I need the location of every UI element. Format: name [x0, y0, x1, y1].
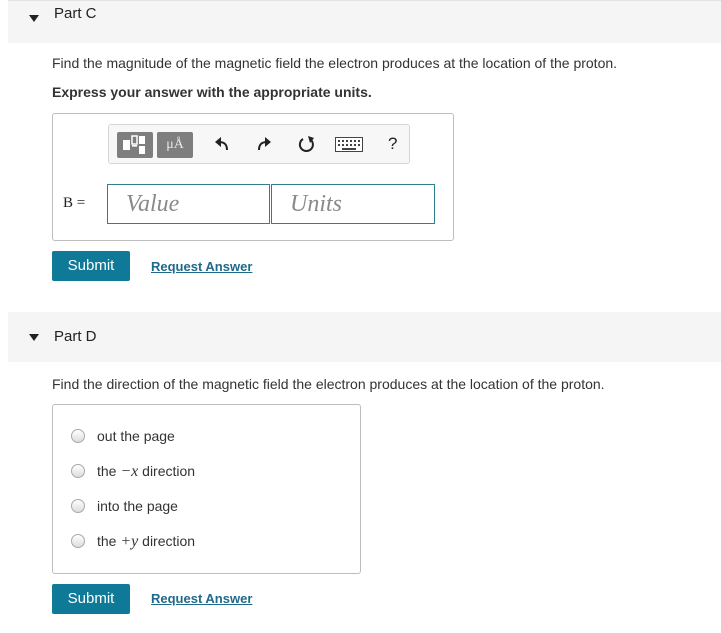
part-c-header[interactable]: Part C [8, 0, 721, 43]
units-button[interactable]: μÅ [157, 132, 193, 158]
undo-icon[interactable] [213, 135, 231, 153]
keyboard-icon[interactable] [335, 137, 363, 152]
variable-label: B = [63, 194, 85, 212]
radio-button[interactable] [71, 499, 85, 513]
part-c-submit-button[interactable]: Submit [52, 251, 130, 281]
units-input[interactable]: Units [271, 184, 435, 224]
variable-label-text: B = [63, 195, 86, 211]
part-c-question: Find the magnitude of the magnetic field… [52, 55, 618, 71]
part-d-request-answer-link[interactable]: Request Answer [151, 591, 252, 606]
part-d-question: Find the direction of the magnetic field… [52, 376, 605, 392]
answer-box: μÅ ? B = Value Units [52, 113, 454, 241]
fraction-template-icon [123, 135, 145, 154]
collapse-arrow-icon[interactable] [29, 15, 39, 22]
part-c-instruction: Express your answer with the appropriate… [52, 84, 372, 100]
redo-icon[interactable] [255, 135, 273, 153]
value-input[interactable]: Value [107, 184, 270, 224]
templates-button[interactable] [117, 132, 153, 158]
direction-options: out the page the −x direction into the p… [52, 404, 361, 574]
part-c-label: Part C [54, 5, 97, 22]
part-c-request-answer-link[interactable]: Request Answer [151, 259, 252, 274]
radio-button[interactable] [71, 464, 85, 478]
part-d-submit-button[interactable]: Submit [52, 584, 130, 614]
part-d-header[interactable]: Part D [8, 312, 721, 362]
part-d-label: Part D [54, 328, 97, 345]
collapse-arrow-icon[interactable] [29, 334, 39, 341]
reset-icon[interactable] [297, 134, 317, 154]
radio-button[interactable] [71, 429, 85, 443]
radio-button[interactable] [71, 534, 85, 548]
equation-toolbar: μÅ ? [108, 124, 410, 164]
units-button-label: μÅ [166, 137, 184, 152]
help-icon[interactable]: ? [388, 134, 397, 154]
